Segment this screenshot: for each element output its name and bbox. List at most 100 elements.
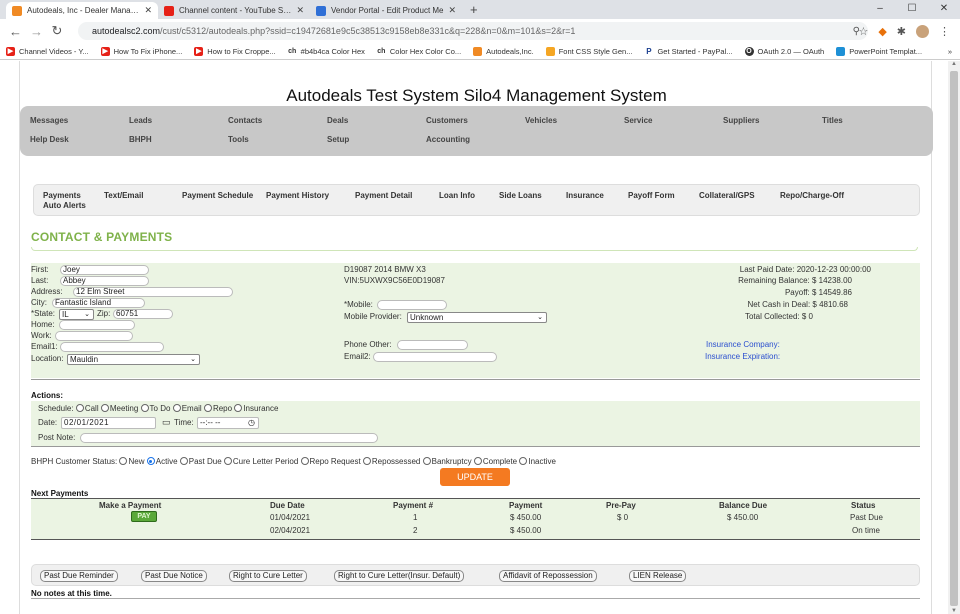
lien-release-button[interactable]: LIEN Release <box>629 570 687 582</box>
tab-payment-schedule[interactable]: Payment Schedule <box>182 191 253 200</box>
close-tab-icon[interactable]: ✕ <box>144 5 152 16</box>
right-to-cure-letter-button[interactable]: Right to Cure Letter <box>229 570 307 582</box>
radio-repossessed[interactable] <box>362 457 371 465</box>
menu-leads[interactable]: Leads <box>129 116 152 125</box>
bookmark-item[interactable]: Font CSS Style Gen... <box>545 46 632 56</box>
minimize-button[interactable]: – <box>864 0 896 19</box>
email2-input[interactable] <box>373 352 497 362</box>
bookmark-item[interactable]: PowerPoint Templat... <box>836 46 922 56</box>
radio-active[interactable] <box>146 457 155 465</box>
time-input[interactable]: --:-- -- ◷ <box>197 417 259 429</box>
email1-input[interactable] <box>60 342 164 352</box>
more-bookmarks-button[interactable]: » <box>948 47 952 56</box>
radio-todo[interactable] <box>140 404 149 412</box>
menu-tools[interactable]: Tools <box>228 135 249 144</box>
close-tab-icon[interactable]: ✕ <box>296 5 304 16</box>
calendar-icon[interactable]: ▭ <box>162 417 171 428</box>
browser-tab-vendor[interactable]: Vendor Portal - Edit Product Me ✕ <box>310 2 462 19</box>
menu-contacts[interactable]: Contacts <box>228 116 262 125</box>
scroll-down-icon[interactable]: ▼ <box>948 608 960 614</box>
insurance-company-link[interactable]: Insurance Company: <box>706 340 780 349</box>
post-note-input[interactable] <box>80 433 378 443</box>
menu-setup[interactable]: Setup <box>327 135 349 144</box>
bookmark-item[interactable]: ▶ Channel Videos - Y... <box>6 46 89 56</box>
menu-customers[interactable]: Customers <box>426 116 468 125</box>
menu-suppliers[interactable]: Suppliers <box>723 116 759 125</box>
maximize-button[interactable]: ☐ <box>896 0 928 19</box>
tab-loan-info[interactable]: Loan Info <box>439 191 475 200</box>
menu-messages[interactable]: Messages <box>30 116 68 125</box>
menu-titles[interactable]: Titles <box>822 116 843 125</box>
bookmark-item[interactable]: O OAuth 2.0 — OAuth <box>744 46 824 56</box>
bookmark-item[interactable]: P Get Started - PayPal... <box>644 47 732 56</box>
tab-repo-charge-off[interactable]: Repo/Charge-Off <box>780 191 844 200</box>
past-due-reminder-button[interactable]: Past Due Reminder <box>40 570 118 582</box>
scrollbar-thumb[interactable] <box>950 71 958 606</box>
forward-arrow-icon[interactable]: → <box>30 24 43 39</box>
bookmark-item[interactable]: ch Color Hex Color Co... <box>377 47 461 56</box>
close-window-button[interactable]: ✕ <box>928 0 960 19</box>
bookmark-item[interactable]: Autodeals,Inc. <box>473 46 534 56</box>
address-input[interactable]: 12 Elm Street <box>73 287 233 297</box>
url-bar[interactable]: autodealsc2.com/cust/c5312/autodeals.php… <box>78 22 868 40</box>
tab-payment-history[interactable]: Payment History <box>266 191 329 200</box>
tab-payments[interactable]: Payments <box>43 191 81 200</box>
new-tab-button[interactable]: + <box>470 2 478 19</box>
tab-auto-alerts[interactable]: Auto Alerts <box>43 201 86 210</box>
radio-email[interactable] <box>172 404 181 412</box>
bookmark-item[interactable]: ch #b4b4ca Color Hex <box>288 47 365 56</box>
first-name-input[interactable]: Joey <box>60 265 149 275</box>
pay-button[interactable]: PAY <box>131 511 157 522</box>
menu-bhph[interactable]: BHPH <box>129 135 152 144</box>
insurance-expiration-link[interactable]: Insurance Expiration: <box>705 352 780 361</box>
radio-complete[interactable] <box>473 457 482 465</box>
affidavit-of-repossession-button[interactable]: Affidavit of Repossession <box>499 570 597 582</box>
work-phone-input[interactable] <box>55 331 133 341</box>
radio-repo-request[interactable] <box>300 457 309 465</box>
radio-meeting[interactable] <box>100 404 109 412</box>
radio-cure-letter[interactable] <box>223 457 232 465</box>
menu-accounting[interactable]: Accounting <box>426 135 470 144</box>
scroll-up-icon[interactable]: ▲ <box>948 61 960 67</box>
radio-repo[interactable] <box>203 404 212 412</box>
radio-call[interactable] <box>75 404 84 412</box>
past-due-notice-button[interactable]: Past Due Notice <box>141 570 207 582</box>
home-phone-input[interactable] <box>59 320 135 330</box>
radio-insurance[interactable] <box>234 404 243 412</box>
menu-service[interactable]: Service <box>624 116 652 125</box>
page-scrollbar[interactable]: ▲ ▼ <box>948 61 960 614</box>
tab-payoff-form[interactable]: Payoff Form <box>628 191 675 200</box>
radio-new[interactable] <box>119 457 128 465</box>
last-name-input[interactable]: Abbey <box>60 276 149 286</box>
city-input[interactable]: Fantastic Island <box>52 298 145 308</box>
zip-input[interactable]: 60751 <box>113 309 173 319</box>
radio-bankruptcy[interactable] <box>422 457 431 465</box>
date-input[interactable]: 02/01/2021 <box>61 417 156 429</box>
state-select[interactable]: IL ⌄ <box>59 309 94 320</box>
tab-insurance[interactable]: Insurance <box>566 191 604 200</box>
menu-help-desk[interactable]: Help Desk <box>30 135 69 144</box>
tab-payment-detail[interactable]: Payment Detail <box>355 191 412 200</box>
bookmark-item[interactable]: ▶ How to Fix Croppe... <box>194 46 276 56</box>
profile-avatar[interactable] <box>916 24 929 38</box>
phone-other-input[interactable] <box>397 340 468 350</box>
right-to-cure-insur-default-button[interactable]: Right to Cure Letter(Insur. Default) <box>334 570 465 582</box>
tab-collateral-gps[interactable]: Collateral/GPS <box>699 191 755 200</box>
close-tab-icon[interactable]: ✕ <box>448 5 456 16</box>
location-select[interactable]: Mauldin ⌄ <box>67 354 200 365</box>
bookmark-item[interactable]: ▶ How To Fix iPhone... <box>100 46 182 56</box>
radio-past-due[interactable] <box>179 457 188 465</box>
puzzle-extensions-icon[interactable]: ✱ <box>897 25 906 38</box>
menu-vehicles[interactable]: Vehicles <box>525 116 557 125</box>
radio-inactive[interactable] <box>519 457 528 465</box>
extension-icon[interactable]: ◆ <box>878 25 886 38</box>
reload-icon[interactable]: ↻ <box>51 23 63 39</box>
update-button[interactable]: UPDATE <box>440 468 510 486</box>
mobile-input[interactable] <box>377 300 447 310</box>
mobile-provider-select[interactable]: Unknown ⌄ <box>407 312 547 323</box>
back-arrow-icon[interactable]: ← <box>9 24 22 39</box>
star-bookmark-icon[interactable]: ☆ <box>858 25 868 38</box>
browser-tab-youtube[interactable]: Channel content - YouTube Studi ✕ <box>158 2 310 19</box>
tab-side-loans[interactable]: Side Loans <box>499 191 542 200</box>
tab-text-email[interactable]: Text/Email <box>104 191 143 200</box>
